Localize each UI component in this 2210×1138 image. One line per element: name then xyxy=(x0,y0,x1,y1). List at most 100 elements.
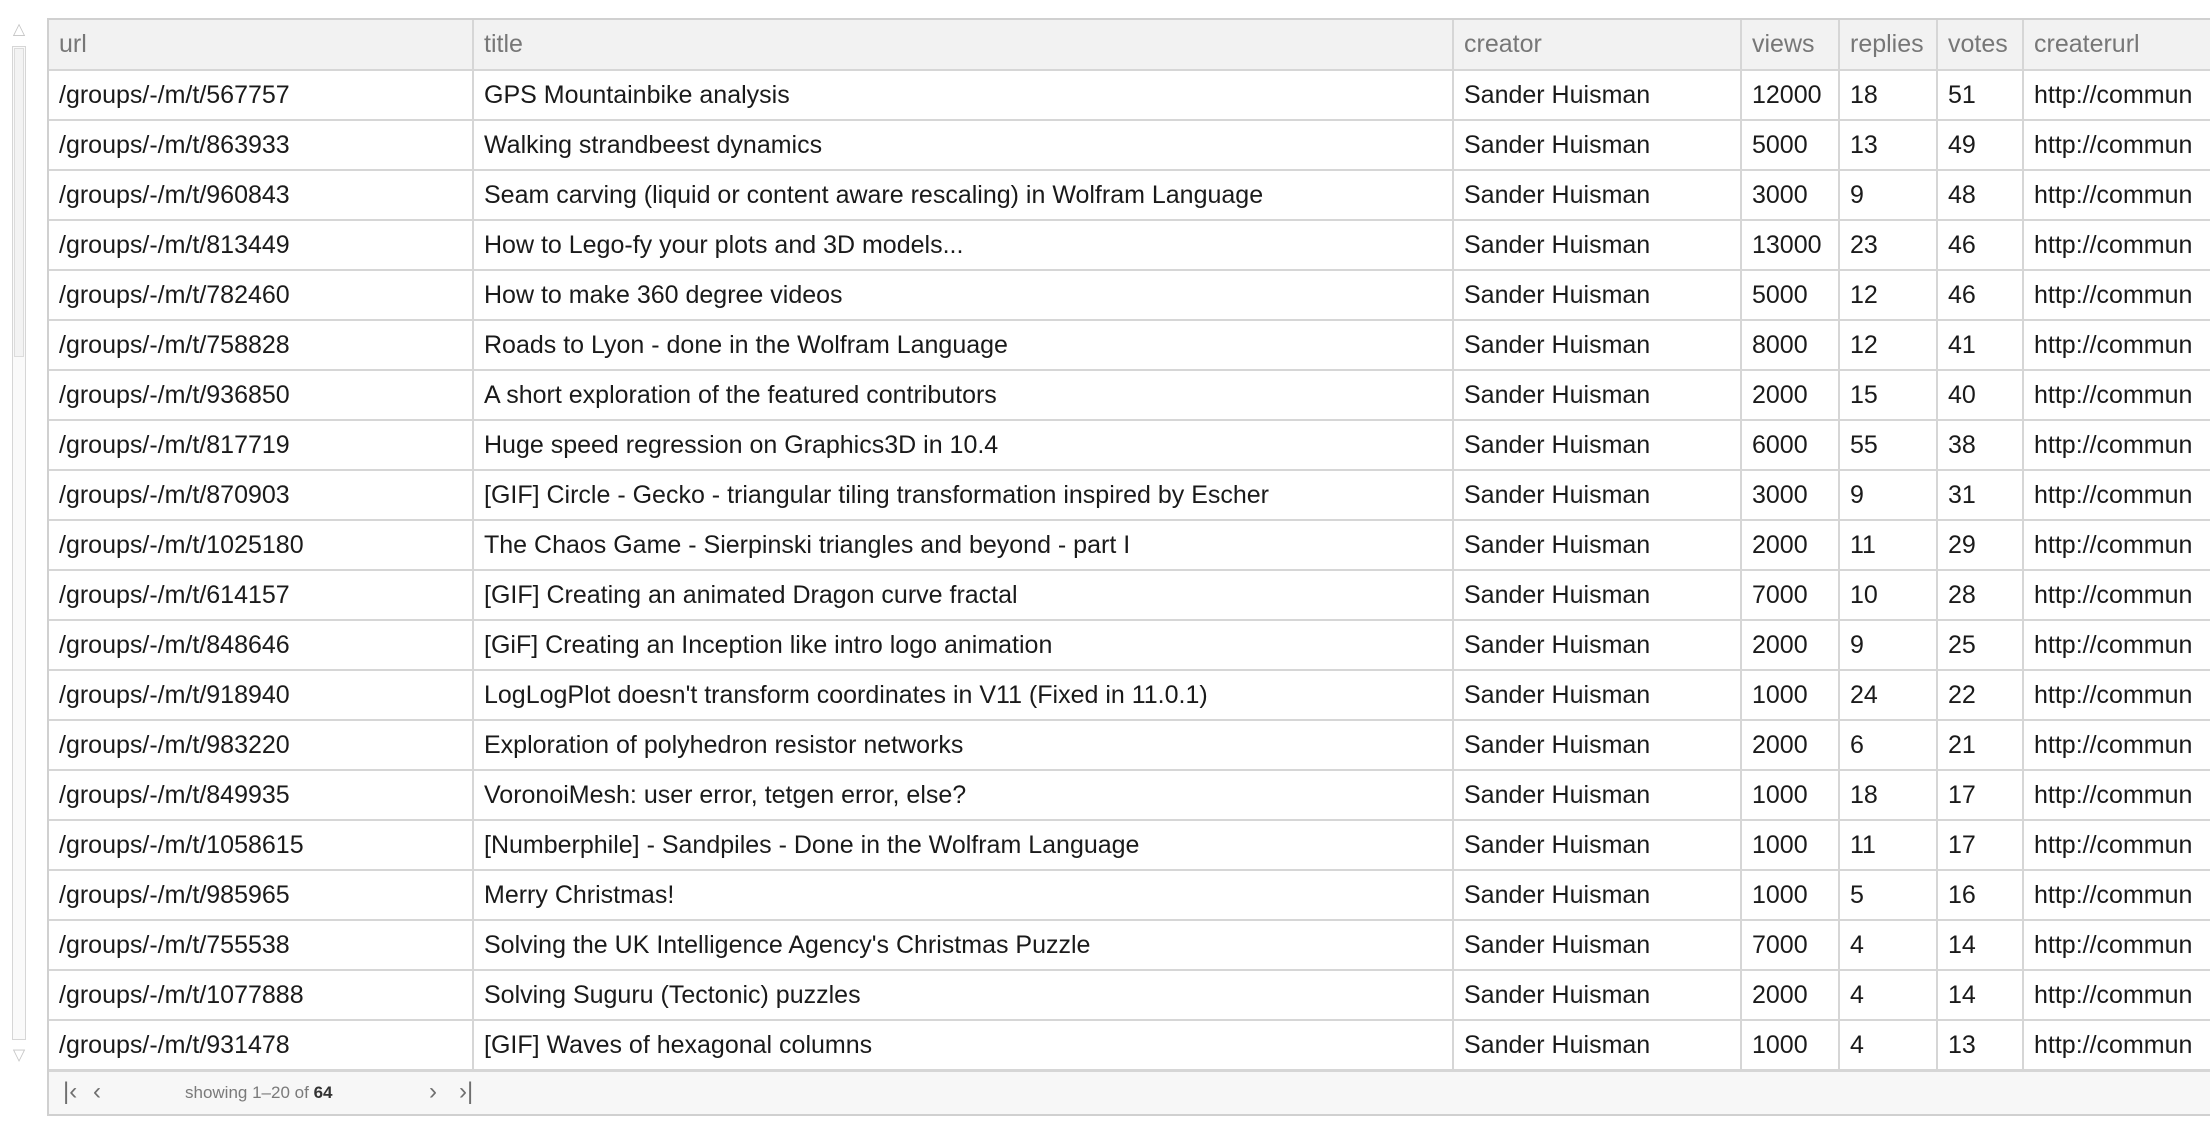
cell-replies: 5 xyxy=(1839,870,1938,921)
cell-views: 6000 xyxy=(1741,420,1840,471)
cell-title: [Numberphile] - Sandpiles - Done in the … xyxy=(473,820,1454,871)
cell-replies: 4 xyxy=(1839,920,1938,971)
cell-title: Exploration of polyhedron resistor netwo… xyxy=(473,720,1454,771)
scrollbar-thumb[interactable] xyxy=(14,48,24,357)
table-row[interactable]: /groups/-/m/t/1058615 [Numberphile] - San… xyxy=(49,820,2210,871)
table-row[interactable]: /groups/-/m/t/813449 How to Lego-fy your … xyxy=(49,220,2210,271)
column-header-creator[interactable]: creator xyxy=(1453,20,1742,71)
cell-votes: 41 xyxy=(1937,320,2024,371)
cell-createrurl: http://commun xyxy=(2023,520,2210,571)
cell-title: Roads to Lyon - done in the Wolfram Lang… xyxy=(473,320,1454,371)
cell-creator: Sander Huisman xyxy=(1453,720,1742,771)
table-row[interactable]: /groups/-/m/t/1025180 The Chaos Game - Si… xyxy=(49,520,2210,571)
cell-url: /groups/-/m/t/960843 xyxy=(49,170,474,221)
table-row[interactable]: /groups/-/m/t/614157 [GIF] Creating an an… xyxy=(49,570,2210,621)
cell-votes: 49 xyxy=(1937,120,2024,171)
column-header-views[interactable]: views xyxy=(1741,20,1840,71)
cell-title: VoronoiMesh: user error, tetgen error, e… xyxy=(473,770,1454,821)
table-row[interactable]: /groups/-/m/t/782460 How to make 360 degr… xyxy=(49,270,2210,321)
column-header-votes[interactable]: votes xyxy=(1937,20,2024,71)
cell-replies: 12 xyxy=(1839,320,1938,371)
cell-replies: 15 xyxy=(1839,370,1938,421)
cell-title: GPS Mountainbike analysis xyxy=(473,70,1454,121)
table-row[interactable]: /groups/-/m/t/758828 Roads to Lyon - done… xyxy=(49,320,2210,371)
table-row[interactable]: /groups/-/m/t/863933 Walking strandbeest … xyxy=(49,120,2210,171)
cell-votes: 48 xyxy=(1937,170,2024,221)
cell-creator: Sander Huisman xyxy=(1453,670,1742,721)
cell-replies: 11 xyxy=(1839,820,1938,871)
column-header-replies[interactable]: replies xyxy=(1839,20,1938,71)
table-row[interactable]: /groups/-/m/t/849935 VoronoiMesh: user er… xyxy=(49,770,2210,821)
cell-votes: 17 xyxy=(1937,820,2024,871)
cell-createrurl: http://commun xyxy=(2023,120,2210,171)
cell-votes: 25 xyxy=(1937,620,2024,671)
showing-range-label: showing 1–20 of 64 xyxy=(185,1080,332,1106)
table-row[interactable]: /groups/-/m/t/848646 [GiF] Creating an In… xyxy=(49,620,2210,671)
last-page-icon[interactable]: ›| xyxy=(459,1076,473,1108)
cell-creator: Sander Huisman xyxy=(1453,520,1742,571)
cell-createrurl: http://commun xyxy=(2023,570,2210,621)
cell-replies: 6 xyxy=(1839,720,1938,771)
cell-createrurl: http://commun xyxy=(2023,670,2210,721)
cell-creator: Sander Huisman xyxy=(1453,70,1742,121)
cell-createrurl: http://commun xyxy=(2023,170,2210,221)
cell-votes: 22 xyxy=(1937,670,2024,721)
cell-replies: 18 xyxy=(1839,70,1938,121)
cell-url: /groups/-/m/t/614157 xyxy=(49,570,474,621)
cell-replies: 23 xyxy=(1839,220,1938,271)
table-row[interactable]: /groups/-/m/t/567757 GPS Mountainbike ana… xyxy=(49,70,2210,121)
cell-votes: 46 xyxy=(1937,220,2024,271)
table-row[interactable]: /groups/-/m/t/960843 Seam carving (liquid… xyxy=(49,170,2210,221)
cell-creator: Sander Huisman xyxy=(1453,470,1742,521)
table-row[interactable]: /groups/-/m/t/755538 Solving the UK Intel… xyxy=(49,920,2210,971)
cell-title: A short exploration of the featured cont… xyxy=(473,370,1454,421)
cell-replies: 9 xyxy=(1839,470,1938,521)
cell-replies: 9 xyxy=(1839,620,1938,671)
table-row[interactable]: /groups/-/m/t/870903 [GIF] Circle - Gecko… xyxy=(49,470,2210,521)
column-header-title[interactable]: title xyxy=(473,20,1454,71)
table-row[interactable]: /groups/-/m/t/817719 Huge speed regressio… xyxy=(49,420,2210,471)
cell-createrurl: http://commun xyxy=(2023,970,2210,1021)
table-row[interactable]: /groups/-/m/t/1077888 Solving Suguru (Tec… xyxy=(49,970,2210,1021)
cell-title: LogLogPlot doesn't transform coordinates… xyxy=(473,670,1454,721)
table-row[interactable]: /groups/-/m/t/918940 LogLogPlot doesn't t… xyxy=(49,670,2210,721)
column-header-url[interactable]: url xyxy=(49,20,474,71)
table-header-row: url title creator views replies votes createru… xyxy=(49,20,2210,71)
table-row[interactable]: /groups/-/m/t/931478 [GIF] Waves of hexag… xyxy=(49,1020,2210,1071)
cell-createrurl: http://commun xyxy=(2023,420,2210,471)
cell-createrurl: http://commun xyxy=(2023,70,2210,121)
next-page-icon[interactable]: › xyxy=(429,1076,437,1108)
cell-createrurl: http://commun xyxy=(2023,320,2210,371)
cell-views: 2000 xyxy=(1741,720,1840,771)
cell-views: 3000 xyxy=(1741,470,1840,521)
table-row[interactable]: /groups/-/m/t/983220 Exploration of polyh… xyxy=(49,720,2210,771)
cell-title: How to make 360 degree videos xyxy=(473,270,1454,321)
cell-creator: Sander Huisman xyxy=(1453,120,1742,171)
table-row[interactable]: /groups/-/m/t/936850 A short exploration … xyxy=(49,370,2210,421)
table-row[interactable]: /groups/-/m/t/985965 Merry Christmas! Sand… xyxy=(49,870,2210,921)
cell-title: [GIF] Waves of hexagonal columns xyxy=(473,1020,1454,1071)
vertical-scrollbar[interactable]: △ ▽ xyxy=(8,20,30,1066)
cell-views: 12000 xyxy=(1741,70,1840,121)
scroll-up-arrow-icon[interactable]: △ xyxy=(8,20,30,40)
cell-url: /groups/-/m/t/849935 xyxy=(49,770,474,821)
column-header-createrurl[interactable]: createrurl xyxy=(2023,20,2210,71)
cell-replies: 11 xyxy=(1839,520,1938,571)
cell-createrurl: http://commun xyxy=(2023,370,2210,421)
scrollbar-track[interactable] xyxy=(12,46,26,1040)
cell-title: Huge speed regression on Graphics3D in 1… xyxy=(473,420,1454,471)
cell-votes: 38 xyxy=(1937,420,2024,471)
table-body: /groups/-/m/t/567757 GPS Mountainbike ana… xyxy=(49,70,2210,1071)
cell-creator: Sander Huisman xyxy=(1453,220,1742,271)
cell-creator: Sander Huisman xyxy=(1453,270,1742,321)
cell-votes: 14 xyxy=(1937,920,2024,971)
cell-createrurl: http://commun xyxy=(2023,620,2210,671)
cell-createrurl: http://commun xyxy=(2023,820,2210,871)
first-page-icon[interactable]: |‹ xyxy=(63,1076,77,1108)
previous-page-icon[interactable]: ‹ xyxy=(93,1076,101,1108)
cell-title: Solving Suguru (Tectonic) puzzles xyxy=(473,970,1454,1021)
cell-url: /groups/-/m/t/983220 xyxy=(49,720,474,771)
cell-createrurl: http://commun xyxy=(2023,470,2210,521)
cell-replies: 24 xyxy=(1839,670,1938,721)
scroll-down-arrow-icon[interactable]: ▽ xyxy=(8,1046,30,1066)
